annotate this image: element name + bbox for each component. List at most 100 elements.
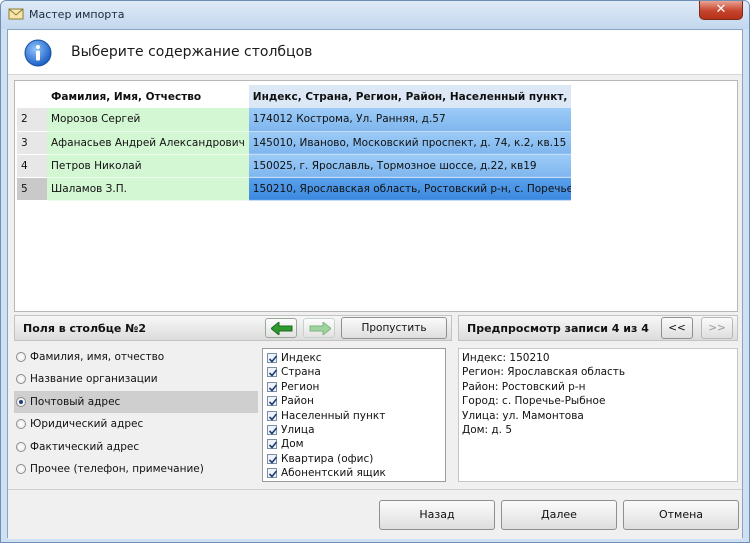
- record-field-line: Район: Ростовский р-н: [462, 380, 586, 393]
- checkmark-icon: [268, 413, 278, 421]
- address-cell[interactable]: 174012 Кострома, Ул. Ранняя, д.57: [248, 108, 572, 132]
- checkbox[interactable]: [267, 410, 278, 421]
- radio-actual-address[interactable]: Фактический адрес: [14, 436, 258, 458]
- radio-button[interactable]: [16, 441, 26, 452]
- checkmark-icon: [268, 384, 278, 392]
- move-left-button[interactable]: [265, 318, 297, 338]
- address-cell[interactable]: 150210, Ярославская область, Ростовский …: [248, 177, 572, 201]
- radio-label: Прочее (телефон, примечание): [30, 462, 204, 475]
- name-cell[interactable]: Морозов Сергей: [47, 108, 249, 132]
- page-title: Выберите содержание столбцов: [71, 44, 313, 60]
- record-field-line: Индекс: 150210: [462, 352, 550, 364]
- checkmark-icon: [268, 427, 278, 435]
- wizard-body: Выберите содержание столбцов Фамилия, Им…: [7, 29, 743, 539]
- checkbox[interactable]: [267, 439, 278, 450]
- row-number: 2: [17, 108, 47, 132]
- checkmark-icon: [268, 355, 278, 363]
- column-header-name[interactable]: Фамилия, Имя, Отчество: [47, 85, 249, 108]
- checkbox-item[interactable]: Абонентский ящик: [263, 466, 445, 480]
- grid-header-row: Фамилия, Имя, Отчество Индекс, Страна, Р…: [17, 85, 572, 108]
- checkbox-label: Страна: [281, 366, 321, 379]
- radio-label: Почтовый адрес: [30, 395, 121, 408]
- checkbox[interactable]: [267, 453, 278, 464]
- arrow-right-icon: [309, 322, 331, 335]
- wizard-footer: Назад Далее Отмена: [8, 489, 742, 539]
- radio-button[interactable]: [16, 374, 26, 385]
- column-grid: Фамилия, Имя, Отчество Индекс, Страна, Р…: [17, 85, 572, 201]
- table-row[interactable]: 3 Афанасьев Андрей Александрович 145010,…: [17, 131, 572, 155]
- info-icon: [24, 39, 52, 67]
- wizard-header: Выберите содержание столбцов: [8, 30, 742, 75]
- radio-label: Название организации: [30, 373, 158, 386]
- record-preview-title: Предпросмотр записи 4 из 4: [467, 322, 649, 335]
- checkbox-label: Дом: [281, 438, 304, 451]
- radio-button[interactable]: [16, 419, 26, 430]
- next-button[interactable]: Далее: [501, 500, 617, 530]
- radio-button-selected[interactable]: [16, 396, 26, 407]
- radio-button[interactable]: [16, 463, 26, 474]
- data-preview-table: Фамилия, Имя, Отчество Индекс, Страна, Р…: [14, 80, 738, 312]
- title-bar[interactable]: Мастер импорта ✕: [1, 1, 749, 29]
- address-cell[interactable]: 145010, Иваново, Московский проспект, д.…: [248, 131, 572, 155]
- checkbox-label: Абонентский ящик: [281, 467, 386, 480]
- row-number: 3: [17, 131, 47, 155]
- checkbox-label: Населенный пункт: [281, 409, 386, 422]
- checkbox-item[interactable]: Улица: [263, 423, 445, 437]
- checkmark-icon: [268, 441, 278, 450]
- close-button[interactable]: ✕: [699, 1, 743, 20]
- cancel-button[interactable]: Отмена: [623, 500, 739, 530]
- radio-button[interactable]: [16, 352, 26, 362]
- checkbox-label: Улица: [281, 423, 315, 436]
- skip-button[interactable]: Пропустить: [341, 317, 447, 339]
- checkbox[interactable]: [267, 424, 278, 435]
- checkmark-icon: [268, 398, 278, 406]
- radio-label: Юридический адрес: [30, 418, 144, 431]
- radio-postal-address[interactable]: Почтовый адрес: [14, 390, 258, 414]
- radio-other[interactable]: Прочее (телефон, примечание): [14, 458, 258, 480]
- radio-legal-address[interactable]: Юридический адрес: [14, 413, 258, 435]
- checkmark-icon: [268, 369, 278, 378]
- checkmark-icon: [268, 470, 278, 478]
- address-fields-checklist: Индекс Страна Регион Район Населенный пункт У…: [262, 348, 446, 482]
- checkbox[interactable]: [267, 468, 278, 479]
- table-row[interactable]: 2 Морозов Сергей 174012 Кострома, Ул. Ра…: [17, 108, 572, 132]
- next-record-button[interactable]: >>: [701, 317, 733, 339]
- window-title: Мастер импорта: [29, 8, 125, 21]
- checkbox[interactable]: [267, 367, 278, 378]
- row-number: 4: [17, 154, 47, 178]
- checkbox-item[interactable]: Страна: [263, 365, 445, 379]
- name-cell[interactable]: Афанасьев Андрей Александрович: [47, 131, 249, 155]
- back-button[interactable]: Назад: [379, 500, 495, 530]
- envelope-icon: [8, 8, 24, 20]
- row-number-header: [17, 85, 47, 108]
- checkbox-label: Квартира (офис): [281, 452, 374, 465]
- import-wizard-window: Мастер импорта ✕ Выберите содержание сто…: [0, 0, 750, 543]
- row-number: 5: [17, 177, 47, 201]
- fields-panel-title: Поля в столбце №2: [23, 322, 147, 335]
- checkbox-label: Район: [281, 395, 314, 408]
- previous-record-button[interactable]: <<: [661, 317, 693, 339]
- name-cell[interactable]: Шаламов З.П.: [47, 177, 249, 201]
- checkbox-label: Индекс: [281, 352, 322, 364]
- address-cell[interactable]: 150025, г. Ярославль, Тормозное шоссе, д…: [248, 154, 572, 178]
- checkbox[interactable]: [267, 396, 278, 407]
- table-row-selected[interactable]: 5 Шаламов З.П. 150210, Ярославская облас…: [17, 177, 572, 201]
- record-preview: Индекс: 150210 Регион: Ярославская област…: [458, 348, 738, 482]
- move-right-button[interactable]: [303, 318, 335, 338]
- name-cell[interactable]: Петров Николай: [47, 154, 249, 178]
- checkbox[interactable]: [267, 381, 278, 392]
- fields-panel-header: Поля в столбце №2 Пропустить: [14, 315, 452, 341]
- checkbox-item[interactable]: Регион: [263, 380, 445, 394]
- checkbox-item[interactable]: Населенный пункт: [263, 409, 445, 423]
- table-row[interactable]: 4 Петров Николай 150025, г. Ярославль, Т…: [17, 154, 572, 178]
- field-type-radio-group: Фамилия, имя, отчество Название организа…: [14, 346, 258, 480]
- radio-organization[interactable]: Название организации: [14, 368, 258, 390]
- column-header-address[interactable]: Индекс, Страна, Регион, Район, Населенны…: [248, 85, 572, 108]
- checkbox-item[interactable]: Индекс: [263, 351, 445, 365]
- checkbox-item[interactable]: Квартира (офис): [263, 452, 445, 466]
- record-field-line: Улица: ул. Мамонтова: [462, 409, 584, 422]
- checkbox-item[interactable]: Район: [263, 394, 445, 408]
- radio-full-name[interactable]: Фамилия, имя, отчество: [14, 346, 258, 368]
- checkbox[interactable]: [267, 353, 278, 363]
- checkbox-item[interactable]: Дом: [263, 437, 445, 451]
